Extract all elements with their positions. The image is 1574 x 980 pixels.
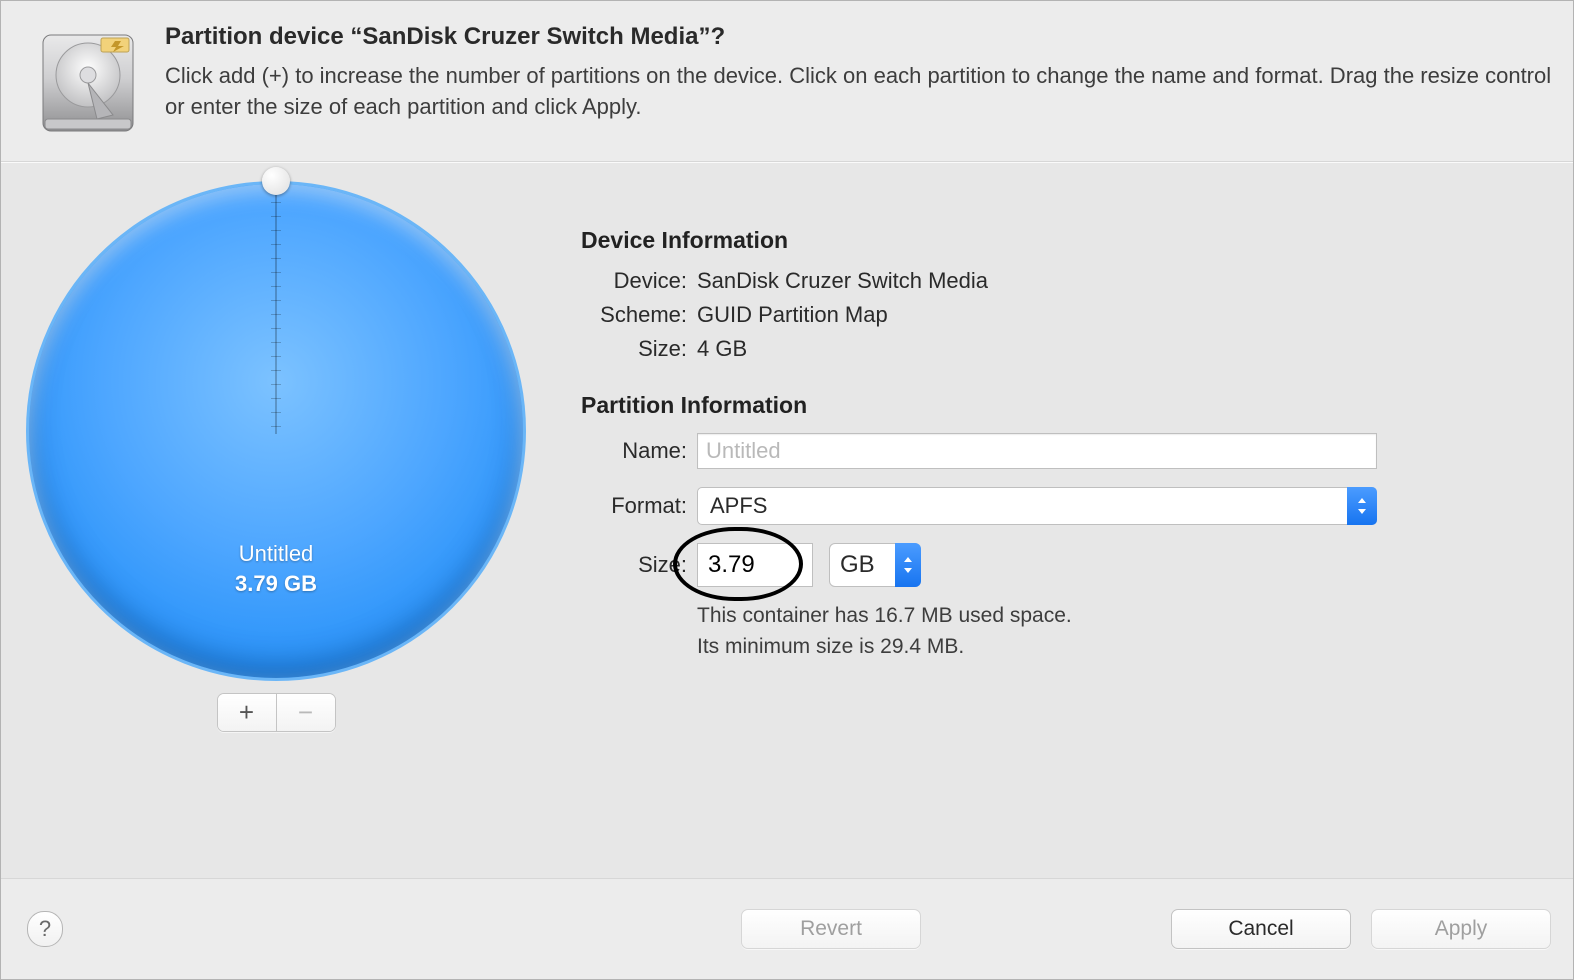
- device-info-heading: Device Information: [581, 227, 1545, 254]
- partition-pie-label: Untitled 3.79 GB: [26, 539, 526, 598]
- partition-pie-size: 3.79 GB: [26, 569, 526, 599]
- internal-drive-icon: [33, 27, 143, 143]
- device-label: Device:: [581, 268, 697, 294]
- partition-pie-column: Untitled 3.79 GB + −: [11, 175, 541, 878]
- partition-size-input[interactable]: [697, 543, 813, 587]
- device-size-value: 4 GB: [697, 336, 747, 362]
- partition-info-heading: Partition Information: [581, 392, 1545, 419]
- chevron-up-down-icon: [1347, 487, 1377, 525]
- partition-resize-handle[interactable]: [262, 167, 290, 195]
- partition-info-block: Name: Format: APFS Size:: [581, 433, 1545, 662]
- add-remove-segmented: + −: [217, 693, 336, 732]
- apply-button[interactable]: Apply: [1371, 909, 1551, 949]
- scheme-label: Scheme:: [581, 302, 697, 328]
- device-size-label: Size:: [581, 336, 697, 362]
- dialog-footer: ? Revert Cancel Apply: [1, 878, 1573, 979]
- size-unit-value: GB: [840, 551, 875, 579]
- question-mark-icon: ?: [39, 916, 51, 942]
- scheme-value: GUID Partition Map: [697, 302, 888, 328]
- device-value: SanDisk Cruzer Switch Media: [697, 268, 988, 294]
- partition-dialog: Partition device “SanDisk Cruzer Switch …: [0, 0, 1574, 980]
- name-label: Name:: [581, 438, 697, 464]
- cancel-button[interactable]: Cancel: [1171, 909, 1351, 949]
- format-select[interactable]: APFS: [697, 487, 1377, 525]
- partition-size-label: Size:: [581, 552, 697, 578]
- chevron-up-down-icon: [895, 543, 921, 587]
- partition-size-track: [275, 184, 277, 434]
- format-value: APFS: [710, 493, 767, 519]
- help-button[interactable]: ?: [27, 911, 63, 947]
- format-label: Format:: [581, 493, 697, 519]
- size-unit-select[interactable]: GB: [829, 543, 921, 587]
- used-space-hint: This container has 16.7 MB used space.: [697, 601, 1545, 630]
- dialog-title: Partition device “SanDisk Cruzer Switch …: [165, 23, 1555, 51]
- remove-partition-button[interactable]: −: [276, 694, 335, 731]
- minimum-size-hint: Its minimum size is 29.4 MB.: [697, 632, 1545, 661]
- partition-pie-slice[interactable]: [26, 181, 526, 681]
- info-column: Device Information Device: SanDisk Cruze…: [541, 175, 1563, 878]
- partition-pie[interactable]: Untitled 3.79 GB: [26, 181, 526, 681]
- dialog-header: Partition device “SanDisk Cruzer Switch …: [1, 1, 1573, 162]
- dialog-description: Click add (+) to increase the number of …: [165, 61, 1555, 123]
- header-text-block: Partition device “SanDisk Cruzer Switch …: [165, 23, 1555, 123]
- partition-pie-name: Untitled: [26, 539, 526, 569]
- dialog-body: Untitled 3.79 GB + − Device Information …: [1, 162, 1573, 878]
- revert-button[interactable]: Revert: [741, 909, 921, 949]
- device-info-block: Device: SanDisk Cruzer Switch Media Sche…: [581, 268, 1545, 362]
- add-partition-button[interactable]: +: [218, 694, 276, 731]
- partition-name-input[interactable]: [697, 433, 1377, 469]
